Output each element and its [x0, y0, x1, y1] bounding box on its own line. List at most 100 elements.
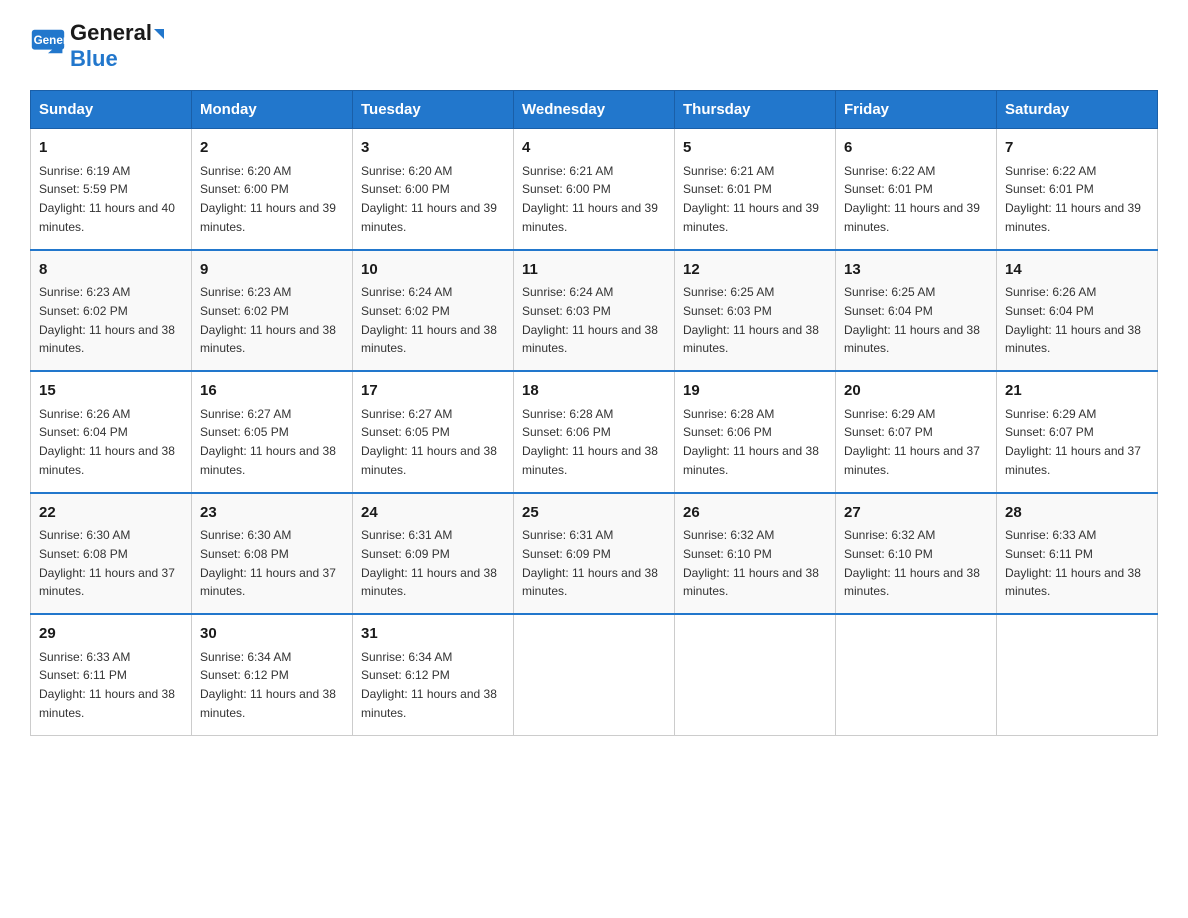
calendar-cell: 28 Sunrise: 6:33 AMSunset: 6:11 PMDayligh… [997, 493, 1158, 615]
day-number: 18 [522, 380, 666, 403]
day-number: 22 [39, 502, 183, 525]
day-number: 5 [683, 137, 827, 160]
logo: General General Blue [30, 20, 164, 72]
day-info: Sunrise: 6:20 AMSunset: 6:00 PMDaylight:… [200, 164, 336, 234]
calendar-cell: 17 Sunrise: 6:27 AMSunset: 6:05 PMDayligh… [353, 371, 514, 493]
calendar-cell: 10 Sunrise: 6:24 AMSunset: 6:02 PMDayligh… [353, 250, 514, 372]
day-info: Sunrise: 6:19 AMSunset: 5:59 PMDaylight:… [39, 164, 175, 234]
day-info: Sunrise: 6:27 AMSunset: 6:05 PMDaylight:… [200, 407, 336, 477]
day-number: 16 [200, 380, 344, 403]
day-info: Sunrise: 6:32 AMSunset: 6:10 PMDaylight:… [683, 528, 819, 598]
calendar-cell: 2 Sunrise: 6:20 AMSunset: 6:00 PMDaylight… [192, 129, 353, 250]
header-sunday: Sunday [31, 91, 192, 129]
calendar-cell: 21 Sunrise: 6:29 AMSunset: 6:07 PMDayligh… [997, 371, 1158, 493]
day-number: 7 [1005, 137, 1149, 160]
day-number: 31 [361, 623, 505, 646]
header-saturday: Saturday [997, 91, 1158, 129]
calendar-cell: 20 Sunrise: 6:29 AMSunset: 6:07 PMDayligh… [836, 371, 997, 493]
day-info: Sunrise: 6:23 AMSunset: 6:02 PMDaylight:… [39, 285, 175, 355]
day-number: 14 [1005, 259, 1149, 282]
day-info: Sunrise: 6:24 AMSunset: 6:02 PMDaylight:… [361, 285, 497, 355]
day-number: 26 [683, 502, 827, 525]
day-info: Sunrise: 6:30 AMSunset: 6:08 PMDaylight:… [39, 528, 175, 598]
calendar-cell: 8 Sunrise: 6:23 AMSunset: 6:02 PMDaylight… [31, 250, 192, 372]
calendar-cell: 14Sunrise: 6:26 AMSunset: 6:04 PMDayligh… [997, 250, 1158, 372]
day-info: Sunrise: 6:23 AMSunset: 6:02 PMDaylight:… [200, 285, 336, 355]
svg-text:General: General [34, 34, 66, 47]
day-number: 10 [361, 259, 505, 282]
day-number: 25 [522, 502, 666, 525]
day-number: 29 [39, 623, 183, 646]
header-thursday: Thursday [675, 91, 836, 129]
calendar-cell: 6 Sunrise: 6:22 AMSunset: 6:01 PMDaylight… [836, 129, 997, 250]
header-friday: Friday [836, 91, 997, 129]
day-number: 20 [844, 380, 988, 403]
day-info: Sunrise: 6:29 AMSunset: 6:07 PMDaylight:… [1005, 407, 1141, 477]
day-number: 9 [200, 259, 344, 282]
calendar-cell [836, 614, 997, 735]
day-number: 28 [1005, 502, 1149, 525]
day-number: 4 [522, 137, 666, 160]
day-info: Sunrise: 6:34 AMSunset: 6:12 PMDaylight:… [361, 650, 497, 720]
day-info: Sunrise: 6:22 AMSunset: 6:01 PMDaylight:… [1005, 164, 1141, 234]
day-info: Sunrise: 6:22 AMSunset: 6:01 PMDaylight:… [844, 164, 980, 234]
day-number: 24 [361, 502, 505, 525]
calendar-cell: 27Sunrise: 6:32 AMSunset: 6:10 PMDayligh… [836, 493, 997, 615]
day-info: Sunrise: 6:27 AMSunset: 6:05 PMDaylight:… [361, 407, 497, 477]
calendar-cell: 26 Sunrise: 6:32 AMSunset: 6:10 PMDayligh… [675, 493, 836, 615]
day-info: Sunrise: 6:33 AMSunset: 6:11 PMDaylight:… [39, 650, 175, 720]
calendar-week-2: 8 Sunrise: 6:23 AMSunset: 6:02 PMDaylight… [31, 250, 1158, 372]
header-tuesday: Tuesday [353, 91, 514, 129]
day-info: Sunrise: 6:21 AMSunset: 6:00 PMDaylight:… [522, 164, 658, 234]
calendar-cell: 1 Sunrise: 6:19 AMSunset: 5:59 PMDaylight… [31, 129, 192, 250]
day-number: 3 [361, 137, 505, 160]
logo-blue-text: Blue [70, 46, 164, 72]
calendar-cell [675, 614, 836, 735]
header-wednesday: Wednesday [514, 91, 675, 129]
day-info: Sunrise: 6:33 AMSunset: 6:11 PMDaylight:… [1005, 528, 1141, 598]
day-info: Sunrise: 6:31 AMSunset: 6:09 PMDaylight:… [361, 528, 497, 598]
calendar-cell: 25Sunrise: 6:31 AMSunset: 6:09 PMDayligh… [514, 493, 675, 615]
day-number: 8 [39, 259, 183, 282]
day-number: 19 [683, 380, 827, 403]
day-number: 23 [200, 502, 344, 525]
header-monday: Monday [192, 91, 353, 129]
calendar-header-row: SundayMondayTuesdayWednesdayThursdayFrid… [31, 91, 1158, 129]
page-header: General General Blue [30, 20, 1158, 72]
calendar-cell [514, 614, 675, 735]
day-info: Sunrise: 6:26 AMSunset: 6:04 PMDaylight:… [39, 407, 175, 477]
calendar-week-1: 1 Sunrise: 6:19 AMSunset: 5:59 PMDaylight… [31, 129, 1158, 250]
day-info: Sunrise: 6:24 AMSunset: 6:03 PMDaylight:… [522, 285, 658, 355]
day-number: 2 [200, 137, 344, 160]
calendar-cell: 24 Sunrise: 6:31 AMSunset: 6:09 PMDayligh… [353, 493, 514, 615]
day-number: 27 [844, 502, 988, 525]
day-info: Sunrise: 6:34 AMSunset: 6:12 PMDaylight:… [200, 650, 336, 720]
day-number: 30 [200, 623, 344, 646]
calendar-cell: 18 Sunrise: 6:28 AMSunset: 6:06 PMDayligh… [514, 371, 675, 493]
calendar-cell: 9 Sunrise: 6:23 AMSunset: 6:02 PMDaylight… [192, 250, 353, 372]
day-info: Sunrise: 6:28 AMSunset: 6:06 PMDaylight:… [522, 407, 658, 477]
day-number: 17 [361, 380, 505, 403]
day-info: Sunrise: 6:20 AMSunset: 6:00 PMDaylight:… [361, 164, 497, 234]
calendar-cell: 16 Sunrise: 6:27 AMSunset: 6:05 PMDayligh… [192, 371, 353, 493]
calendar-cell: 4 Sunrise: 6:21 AMSunset: 6:00 PMDaylight… [514, 129, 675, 250]
logo-icon: General [30, 28, 66, 64]
calendar-cell: 23 Sunrise: 6:30 AMSunset: 6:08 PMDayligh… [192, 493, 353, 615]
calendar-cell [997, 614, 1158, 735]
day-number: 1 [39, 137, 183, 160]
calendar-cell: 31 Sunrise: 6:34 AMSunset: 6:12 PMDayligh… [353, 614, 514, 735]
day-number: 15 [39, 380, 183, 403]
calendar-cell: 22 Sunrise: 6:30 AMSunset: 6:08 PMDayligh… [31, 493, 192, 615]
calendar-cell: 5Sunrise: 6:21 AMSunset: 6:01 PMDaylight… [675, 129, 836, 250]
day-info: Sunrise: 6:28 AMSunset: 6:06 PMDaylight:… [683, 407, 819, 477]
day-info: Sunrise: 6:30 AMSunset: 6:08 PMDaylight:… [200, 528, 336, 598]
day-number: 6 [844, 137, 988, 160]
day-number: 11 [522, 259, 666, 282]
day-number: 21 [1005, 380, 1149, 403]
calendar-cell: 12Sunrise: 6:25 AMSunset: 6:03 PMDayligh… [675, 250, 836, 372]
calendar-week-3: 15 Sunrise: 6:26 AMSunset: 6:04 PMDayligh… [31, 371, 1158, 493]
day-info: Sunrise: 6:29 AMSunset: 6:07 PMDaylight:… [844, 407, 980, 477]
calendar-table: SundayMondayTuesdayWednesdayThursdayFrid… [30, 90, 1158, 736]
calendar-cell: 13Sunrise: 6:25 AMSunset: 6:04 PMDayligh… [836, 250, 997, 372]
calendar-cell: 3 Sunrise: 6:20 AMSunset: 6:00 PMDaylight… [353, 129, 514, 250]
